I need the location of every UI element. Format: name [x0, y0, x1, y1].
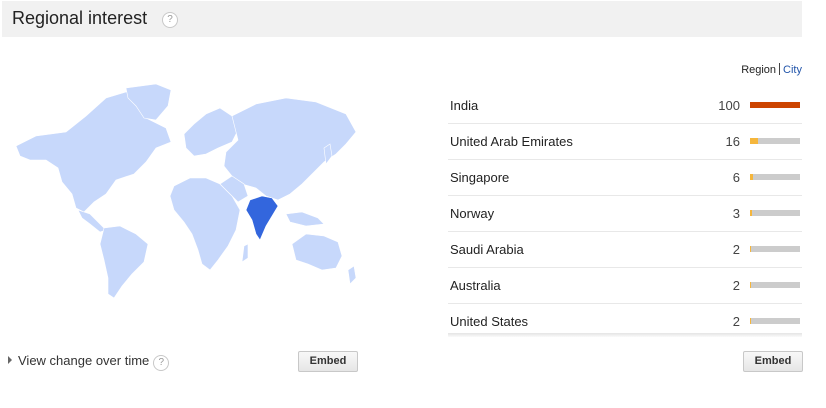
view-change-over-time[interactable]: View change over time?	[8, 353, 170, 371]
row-value: 2	[732, 242, 740, 257]
map-central-america	[77, 209, 107, 233]
row-bar-fill	[750, 174, 753, 180]
row-country-name: Australia	[450, 278, 501, 293]
row-bar-fill	[750, 318, 751, 324]
row-bar-track	[750, 282, 800, 288]
map-india-highlight	[245, 195, 279, 241]
row-country-name: United Arab Emirates	[450, 134, 573, 149]
row-country-name: United States	[450, 314, 529, 329]
expand-triangle-icon	[8, 356, 12, 364]
embed-map-button[interactable]: Embed	[298, 351, 358, 372]
row-bar-track	[750, 102, 800, 108]
table-scroll-shadow	[448, 333, 802, 337]
table-row[interactable]: Singapore 6	[448, 160, 802, 196]
help-icon[interactable]: ?	[153, 355, 170, 371]
city-link[interactable]: City	[783, 64, 802, 76]
region-option[interactable]: Region	[741, 64, 776, 76]
region-city-toggle: Region City	[741, 63, 802, 76]
row-country-name: Norway	[450, 206, 495, 221]
map-indonesia	[285, 211, 325, 227]
row-country-name: India	[450, 98, 479, 113]
table-row[interactable]: Saudi Arabia 2	[448, 232, 802, 268]
map-south-america	[99, 225, 149, 299]
row-value: 100	[718, 98, 740, 113]
map-australia	[291, 233, 343, 271]
row-country-name: Singapore	[450, 170, 510, 185]
row-value: 3	[732, 206, 740, 221]
table-row[interactable]: Norway 3	[448, 196, 802, 232]
toggle-separator	[779, 63, 781, 75]
table-row[interactable]: Australia 2	[448, 268, 802, 304]
help-icon[interactable]: ?	[162, 12, 178, 28]
row-bar-track	[750, 174, 800, 180]
row-value: 16	[725, 134, 740, 149]
row-bar-track	[750, 246, 800, 252]
row-bar-fill	[750, 282, 751, 288]
row-bar-fill	[750, 210, 752, 216]
table-row[interactable]: India 100	[448, 88, 802, 124]
row-bar-fill	[750, 102, 800, 108]
map-madagascar	[241, 243, 249, 263]
table-row[interactable]: United Arab Emirates 16	[448, 124, 802, 160]
section-title: Regional interest	[12, 8, 148, 28]
row-bar-fill	[750, 246, 751, 252]
row-bar-track	[750, 210, 800, 216]
row-bar-fill	[750, 138, 758, 144]
row-value: 6	[732, 170, 740, 185]
embed-table-button[interactable]: Embed	[743, 351, 803, 372]
row-value: 2	[732, 314, 740, 329]
row-bar-track	[750, 138, 800, 144]
row-value: 2	[732, 278, 740, 293]
section-header: Regional interest ?	[2, 1, 802, 37]
world-map[interactable]	[6, 84, 358, 304]
row-country-name: Saudi Arabia	[450, 242, 524, 257]
view-change-label: View change over time	[18, 353, 150, 368]
region-table: India 100 United Arab Emirates 16 Singapore 6…	[448, 88, 802, 339]
row-bar-track	[750, 318, 800, 324]
map-new-zealand	[347, 265, 357, 285]
